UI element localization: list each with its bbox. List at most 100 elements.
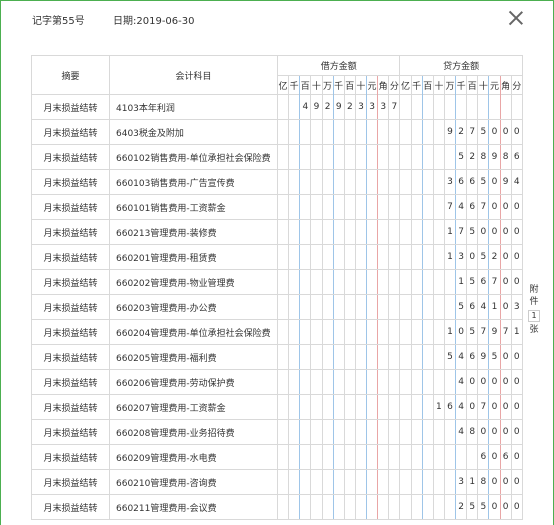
account-cell[interactable]: 660209管理费用-水电费: [109, 444, 278, 470]
credit-digit-cell[interactable]: [410, 419, 423, 445]
credit-digit-cell[interactable]: 0: [477, 369, 490, 395]
credit-digit-cell[interactable]: [421, 169, 434, 195]
credit-digit-cell[interactable]: [432, 94, 445, 120]
credit-digit-cell[interactable]: 0: [499, 119, 512, 145]
credit-digit-cell[interactable]: 5: [466, 319, 479, 345]
debit-digit-cell[interactable]: [332, 294, 345, 320]
credit-digit-cell[interactable]: [410, 144, 423, 170]
debit-digit-cell[interactable]: [332, 444, 345, 470]
debit-digit-cell[interactable]: [365, 444, 379, 470]
account-cell[interactable]: 660201管理费用-租赁费: [109, 244, 278, 270]
debit-digit-cell[interactable]: 9: [332, 94, 345, 120]
table-row[interactable]: 月末损益结转 660204管理费用-单位承担社会保险费 1 0 5 7 9 7 1: [31, 319, 523, 345]
debit-digit-cell[interactable]: [343, 369, 356, 395]
credit-digit-cell[interactable]: [421, 444, 434, 470]
debit-digit-cell[interactable]: [276, 244, 290, 270]
credit-digit-cell[interactable]: 0: [499, 194, 512, 220]
credit-digit-cell[interactable]: [399, 194, 412, 220]
debit-digit-cell[interactable]: [276, 119, 290, 145]
credit-digit-cell[interactable]: 3: [455, 469, 468, 495]
debit-digit-cell[interactable]: [321, 269, 334, 295]
debit-digit-cell[interactable]: [377, 119, 390, 145]
debit-digit-cell[interactable]: [388, 494, 401, 520]
credit-digit-cell[interactable]: 5: [455, 144, 468, 170]
summary-cell[interactable]: 月末损益结转: [31, 469, 110, 495]
debit-digit-cell[interactable]: [377, 319, 390, 345]
debit-digit-cell[interactable]: [388, 469, 401, 495]
credit-digit-cell[interactable]: 0: [488, 444, 501, 470]
debit-digit-cell[interactable]: [299, 294, 312, 320]
debit-digit-cell[interactable]: 4: [299, 94, 312, 120]
credit-digit-cell[interactable]: 1: [510, 319, 523, 345]
debit-digit-cell[interactable]: [354, 194, 368, 220]
credit-digit-cell[interactable]: 0: [488, 369, 501, 395]
debit-digit-cell[interactable]: [276, 344, 290, 370]
debit-digit-cell[interactable]: [343, 219, 356, 245]
debit-digit-cell[interactable]: [388, 119, 401, 145]
debit-digit-cell[interactable]: [354, 344, 368, 370]
credit-digit-cell[interactable]: [410, 394, 423, 420]
debit-digit-cell[interactable]: [332, 169, 345, 195]
debit-digit-cell[interactable]: [377, 394, 390, 420]
debit-digit-cell[interactable]: [332, 344, 345, 370]
debit-digit-cell[interactable]: [310, 344, 323, 370]
debit-digit-cell[interactable]: [321, 294, 334, 320]
credit-digit-cell[interactable]: 5: [488, 344, 501, 370]
credit-digit-cell[interactable]: 7: [499, 319, 512, 345]
debit-digit-cell[interactable]: [354, 494, 368, 520]
credit-digit-cell[interactable]: 1: [466, 469, 479, 495]
table-row[interactable]: 月末损益结转 660102销售费用-单位承担社会保险费 5 2 8 9 8 6: [31, 144, 523, 170]
credit-digit-cell[interactable]: 0: [499, 469, 512, 495]
credit-digit-cell[interactable]: [432, 169, 445, 195]
debit-digit-cell[interactable]: [377, 419, 390, 445]
credit-digit-cell[interactable]: 0: [488, 219, 501, 245]
credit-digit-cell[interactable]: 0: [477, 219, 490, 245]
credit-digit-cell[interactable]: [443, 294, 457, 320]
debit-digit-cell[interactable]: [377, 244, 390, 270]
credit-digit-cell[interactable]: 6: [466, 344, 479, 370]
credit-digit-cell[interactable]: 0: [499, 394, 512, 420]
debit-digit-cell[interactable]: [299, 244, 312, 270]
debit-digit-cell[interactable]: 2: [321, 94, 334, 120]
debit-digit-cell[interactable]: [343, 144, 356, 170]
credit-digit-cell[interactable]: [399, 244, 412, 270]
credit-digit-cell[interactable]: 5: [466, 269, 479, 295]
credit-digit-cell[interactable]: 0: [510, 194, 523, 220]
debit-digit-cell[interactable]: [321, 144, 334, 170]
close-icon[interactable]: [508, 10, 524, 26]
debit-digit-cell[interactable]: [321, 494, 334, 520]
debit-digit-cell[interactable]: [288, 244, 301, 270]
credit-digit-cell[interactable]: 7: [455, 219, 468, 245]
debit-digit-cell[interactable]: [332, 119, 345, 145]
credit-digit-cell[interactable]: [399, 269, 412, 295]
credit-digit-cell[interactable]: 0: [499, 269, 512, 295]
debit-digit-cell[interactable]: [310, 269, 323, 295]
summary-cell[interactable]: 月末损益结转: [31, 244, 110, 270]
credit-digit-cell[interactable]: [466, 94, 479, 120]
debit-digit-cell[interactable]: 3: [365, 94, 379, 120]
debit-digit-cell[interactable]: [299, 344, 312, 370]
credit-digit-cell[interactable]: [399, 119, 412, 145]
debit-digit-cell[interactable]: [365, 344, 379, 370]
debit-digit-cell[interactable]: [288, 119, 301, 145]
credit-digit-cell[interactable]: 0: [510, 419, 523, 445]
debit-digit-cell[interactable]: [354, 444, 368, 470]
account-cell[interactable]: 660205管理费用-福利费: [109, 344, 278, 370]
debit-digit-cell[interactable]: [276, 394, 290, 420]
credit-digit-cell[interactable]: 6: [477, 269, 490, 295]
credit-digit-cell[interactable]: 0: [510, 369, 523, 395]
debit-digit-cell[interactable]: [321, 469, 334, 495]
credit-digit-cell[interactable]: 1: [432, 394, 445, 420]
credit-digit-cell[interactable]: [432, 269, 445, 295]
credit-digit-cell[interactable]: 4: [510, 169, 523, 195]
debit-digit-cell[interactable]: [310, 219, 323, 245]
debit-digit-cell[interactable]: [299, 469, 312, 495]
credit-digit-cell[interactable]: [410, 494, 423, 520]
credit-digit-cell[interactable]: [421, 469, 434, 495]
debit-digit-cell[interactable]: [365, 394, 379, 420]
debit-digit-cell[interactable]: [354, 219, 368, 245]
debit-digit-cell[interactable]: [354, 369, 368, 395]
credit-digit-cell[interactable]: 0: [510, 119, 523, 145]
debit-digit-cell[interactable]: 2: [343, 94, 356, 120]
credit-digit-cell[interactable]: 0: [488, 394, 501, 420]
